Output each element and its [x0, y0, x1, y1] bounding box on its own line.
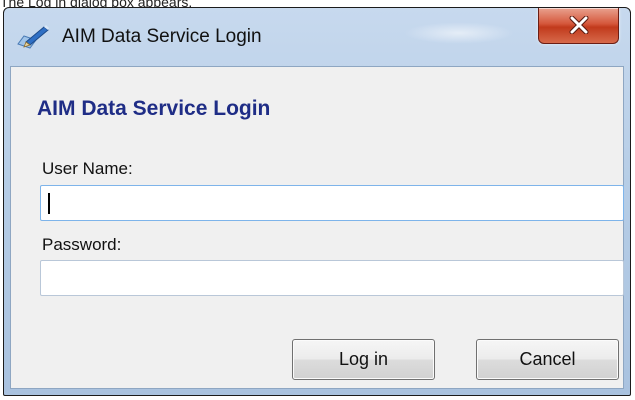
text-caret [48, 193, 50, 214]
username-label: User Name: [42, 159, 133, 178]
title-bar[interactable]: AIM Data Service Login [4, 8, 630, 66]
dialog-content: AIM Data Service Login User Name: Passwo… [10, 66, 624, 389]
pen-on-document-icon[interactable] [16, 24, 50, 50]
username-field[interactable] [40, 185, 624, 221]
cancel-button[interactable]: Cancel [476, 339, 619, 380]
password-field[interactable] [40, 260, 624, 296]
login-button[interactable]: Log in [292, 339, 435, 380]
close-x-icon [569, 16, 589, 34]
login-dialog: AIM Data Service Login AIM Data Service … [3, 7, 631, 396]
form-heading: AIM Data Service Login [37, 97, 271, 120]
close-button[interactable] [538, 8, 619, 44]
title-bar-glow [404, 22, 514, 44]
password-label: Password: [42, 235, 122, 254]
window-title: AIM Data Service Login [62, 26, 262, 47]
